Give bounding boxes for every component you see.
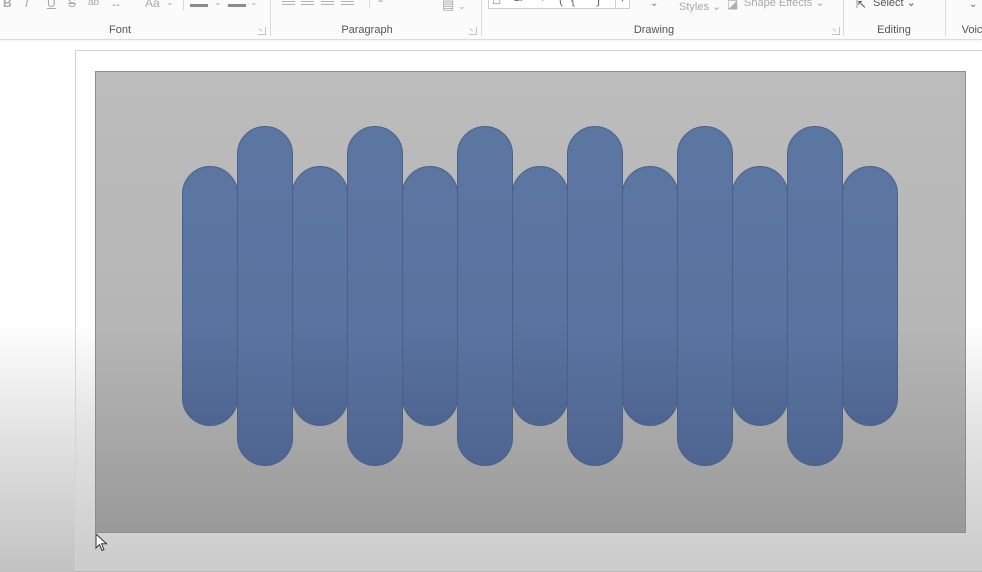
rounded-rectangle-shape-tall[interactable] <box>677 126 733 466</box>
divider <box>270 0 271 36</box>
arrange-chevron-icon[interactable]: ⌄ <box>650 0 658 10</box>
chevron-down-icon: ⌄ <box>458 1 466 11</box>
subscript-button[interactable]: ab <box>88 0 99 9</box>
rounded-rectangle-shape-short[interactable] <box>512 166 568 426</box>
freeform-shape-icon[interactable]: ∽ <box>513 0 523 6</box>
rounded-rectangle-shape-short[interactable] <box>732 166 788 426</box>
divider <box>481 0 482 36</box>
divider <box>183 0 184 10</box>
rounded-rectangle-shape-short[interactable] <box>842 166 898 426</box>
font-dialog-launcher-icon[interactable] <box>258 27 266 35</box>
dictate-chevron-icon[interactable]: ⌄ <box>969 0 977 11</box>
highlight-color-icon[interactable] <box>190 4 208 7</box>
bold-button[interactable]: B <box>3 0 12 9</box>
select-button[interactable]: Select ⌄ <box>873 0 916 9</box>
rounded-rectangle-shape-short[interactable] <box>622 166 678 426</box>
group-label-drawing: Drawing <box>633 24 675 36</box>
divider <box>369 0 370 8</box>
sort-shading-icon[interactable]: ▤ <box>442 0 454 11</box>
rectangle-shape-icon[interactable]: □ <box>493 0 500 6</box>
group-label-editing: Editing <box>877 24 911 36</box>
group-label-paragraph: Paragraph <box>341 24 393 36</box>
chevron-down-icon: ⌄ <box>250 0 258 7</box>
shapes-gallery[interactable]: □ ∽ ⁽ ( { ∫ ▾ <box>488 0 630 9</box>
group-label-font: Font <box>108 24 132 36</box>
line-spacing-icon[interactable]: ≡ <box>378 0 383 6</box>
chevron-down-icon: ⌄ <box>166 0 174 7</box>
bracket-shape-icon[interactable]: ⁽ <box>541 0 544 6</box>
drawing-dialog-launcher-icon[interactable] <box>832 27 840 35</box>
rounded-rectangle-shape-short[interactable] <box>292 166 348 426</box>
paragraph-dialog-launcher-icon[interactable] <box>469 27 477 35</box>
shape-effects-icon: ◪ <box>727 0 739 11</box>
group-label-voice: Voic <box>961 24 982 36</box>
align-left-icon[interactable] <box>282 1 295 2</box>
font-color-icon[interactable] <box>228 4 246 7</box>
shape-effects-button[interactable]: Shape Effects ⌄ <box>744 0 825 9</box>
underline-button[interactable]: U <box>47 0 56 9</box>
brace-left-shape-icon[interactable]: ( <box>559 0 563 6</box>
strikethrough-button[interactable]: S <box>68 0 76 9</box>
align-center-icon[interactable] <box>301 1 314 2</box>
rounded-rectangle-shape-short[interactable] <box>402 166 458 426</box>
ribbon: B I U S ab ↔ Aa ⌄ ⌄ ⌄ Font ≡ ▤ ⌄ Paragra… <box>0 0 982 40</box>
curve-shape-icon[interactable]: ∫ <box>597 0 600 6</box>
justify-icon[interactable] <box>341 1 354 2</box>
rounded-rectangle-shape-tall[interactable] <box>787 126 843 466</box>
shape-styles-button[interactable]: Styles ⌄ <box>679 0 721 13</box>
align-right-icon[interactable] <box>321 1 334 2</box>
rounded-rectangle-shape-tall[interactable] <box>457 126 513 466</box>
select-cursor-icon: ⇱ <box>856 0 867 11</box>
brace-shape-icon[interactable]: { <box>571 0 575 6</box>
italic-button[interactable]: I <box>25 0 28 9</box>
mouse-pointer-icon <box>95 533 108 552</box>
gallery-more-button[interactable]: ▾ <box>615 0 629 8</box>
rounded-rectangle-shape-tall[interactable] <box>237 126 293 466</box>
divider <box>945 0 946 36</box>
chevron-down-icon: ⌄ <box>214 0 222 7</box>
rounded-rectangle-shape-tall[interactable] <box>347 126 403 466</box>
change-case-button[interactable]: Aa <box>145 0 160 9</box>
rounded-rectangle-shape-tall[interactable] <box>567 126 623 466</box>
divider <box>843 0 844 36</box>
character-spacing-button[interactable]: ↔ <box>110 0 122 9</box>
rounded-rectangle-shape-short[interactable] <box>182 166 238 426</box>
